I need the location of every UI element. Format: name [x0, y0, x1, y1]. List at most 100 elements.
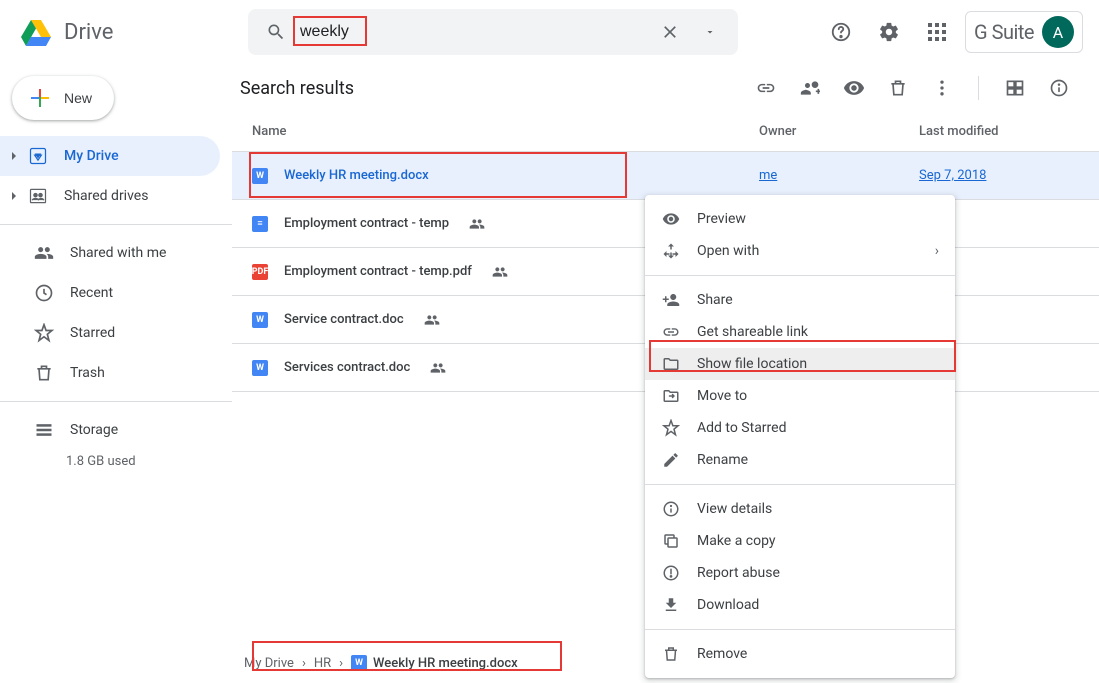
file-name: Employment contract - temp.pdf	[284, 264, 472, 279]
breadcrumb-item[interactable]: HR	[314, 656, 331, 671]
details-icon[interactable]	[1039, 68, 1079, 108]
menu-item-label: Download	[697, 597, 759, 613]
apps-grid-icon[interactable]	[917, 12, 957, 52]
chevron-right-icon: ›	[339, 656, 343, 671]
col-name-header[interactable]: Name	[232, 124, 759, 139]
expand-icon[interactable]	[8, 151, 20, 161]
mydrive-icon	[26, 144, 50, 168]
divider	[978, 76, 979, 100]
page-title: Search results	[240, 78, 354, 99]
more-options-icon[interactable]	[922, 68, 962, 108]
menu-item-label: Rename	[697, 452, 748, 468]
sidebar-item-label: Recent	[70, 285, 113, 301]
plus-icon	[28, 86, 52, 110]
app-name: Drive	[64, 20, 113, 45]
menu-item-copy[interactable]: Make a copy	[645, 525, 955, 557]
menu-item-folder[interactable]: Show file location	[645, 348, 955, 380]
logo-area[interactable]: Drive	[16, 12, 248, 52]
menu-item-open-with[interactable]: Open with ›	[645, 235, 955, 267]
download-icon	[661, 595, 681, 615]
view-toggle-icon[interactable]	[995, 68, 1035, 108]
menu-item-report[interactable]: Report abuse	[645, 557, 955, 589]
rename-icon	[661, 450, 681, 470]
drive-logo-icon	[16, 12, 56, 52]
expand-icon[interactable]	[8, 191, 20, 201]
menu-item-move[interactable]: Move to	[645, 380, 955, 412]
share-icon[interactable]	[790, 68, 830, 108]
word-file-icon: W	[252, 312, 268, 328]
breadcrumb-item[interactable]: My Drive	[244, 656, 294, 671]
sidebar: New My Drive Shared drives S	[0, 64, 232, 683]
col-modified-header[interactable]: Last modified	[919, 124, 1099, 139]
file-row[interactable]: W Weekly HR meeting.docx me Sep 7, 2018	[232, 152, 1099, 200]
divider	[0, 224, 232, 225]
divider	[645, 484, 955, 485]
sidebar-item-trash[interactable]: Trash	[0, 353, 220, 393]
star-icon	[32, 321, 56, 345]
menu-item-link[interactable]: Get shareable link	[645, 316, 955, 348]
toolbar: Search results	[232, 64, 1099, 112]
sidebar-item-label: Shared drives	[64, 188, 148, 204]
new-button[interactable]: New	[12, 76, 114, 120]
col-owner-header[interactable]: Owner	[759, 124, 919, 139]
sidebar-item-my-drive[interactable]: My Drive	[0, 136, 220, 176]
menu-item-label: Report abuse	[697, 565, 780, 581]
menu-item-label: Preview	[697, 211, 746, 227]
search-input[interactable]	[296, 23, 650, 41]
menu-item-label: Open with	[697, 243, 759, 259]
gsuite-badge[interactable]: G Suite A	[965, 11, 1083, 53]
folder-icon	[661, 354, 681, 374]
shared-icon	[424, 312, 440, 328]
menu-item-label: Share	[697, 292, 733, 308]
report-icon	[661, 563, 681, 583]
column-headers: Name Owner Last modified	[232, 112, 1099, 152]
shared-icon	[469, 216, 485, 232]
menu-item-label: Move to	[697, 388, 747, 404]
sidebar-item-label: Storage	[70, 422, 118, 438]
menu-item-label: Remove	[697, 646, 747, 662]
divider	[645, 629, 955, 630]
sidebar-item-label: Shared with me	[70, 245, 166, 261]
menu-item-info[interactable]: View details	[645, 493, 955, 525]
clear-search-icon[interactable]	[650, 12, 690, 52]
search-options-dropdown-icon[interactable]	[690, 12, 730, 52]
menu-item-download[interactable]: Download	[645, 589, 955, 621]
divider	[645, 275, 955, 276]
search-icon[interactable]	[256, 12, 296, 52]
link-icon	[661, 322, 681, 342]
gdoc-file-icon: ≡	[252, 216, 268, 232]
shared-drives-icon	[26, 184, 50, 208]
sidebar-item-label: My Drive	[64, 148, 119, 164]
remove-icon[interactable]	[878, 68, 918, 108]
menu-item-label: Show file location	[697, 356, 807, 372]
get-link-icon[interactable]	[746, 68, 786, 108]
file-name: Weekly HR meeting.docx	[284, 168, 429, 183]
sidebar-item-storage[interactable]: Storage	[0, 410, 220, 450]
settings-icon[interactable]	[869, 12, 909, 52]
sidebar-item-shared-with-me[interactable]: Shared with me	[0, 233, 220, 273]
chevron-right-icon: ›	[935, 243, 939, 259]
menu-item-label: Get shareable link	[697, 324, 808, 340]
avatar[interactable]: A	[1042, 16, 1074, 48]
file-name: Services contract.doc	[284, 360, 410, 375]
sidebar-item-recent[interactable]: Recent	[0, 273, 220, 313]
person-add-icon	[661, 290, 681, 310]
breadcrumb-current[interactable]: W Weekly HR meeting.docx	[351, 655, 518, 671]
storage-used: 1.8 GB used	[0, 454, 232, 469]
file-name-cell: W Weekly HR meeting.docx	[232, 168, 759, 184]
menu-item-rename[interactable]: Rename	[645, 444, 955, 476]
preview-icon[interactable]	[834, 68, 874, 108]
word-file-icon: W	[252, 168, 268, 184]
menu-item-trash[interactable]: Remove	[645, 638, 955, 670]
menu-item-eye[interactable]: Preview	[645, 203, 955, 235]
context-menu: Preview Open with › Share Get shareable link…	[645, 195, 955, 678]
menu-item-person-add[interactable]: Share	[645, 284, 955, 316]
shared-icon	[430, 360, 446, 376]
sidebar-item-shared-drives[interactable]: Shared drives	[0, 176, 220, 216]
menu-item-star[interactable]: Add to Starred	[645, 412, 955, 444]
chevron-right-icon: ›	[302, 656, 306, 671]
modified-cell: Sep 7, 2018	[919, 168, 1099, 183]
pdf-file-icon: PDF	[252, 264, 268, 280]
support-icon[interactable]	[821, 12, 861, 52]
sidebar-item-starred[interactable]: Starred	[0, 313, 220, 353]
